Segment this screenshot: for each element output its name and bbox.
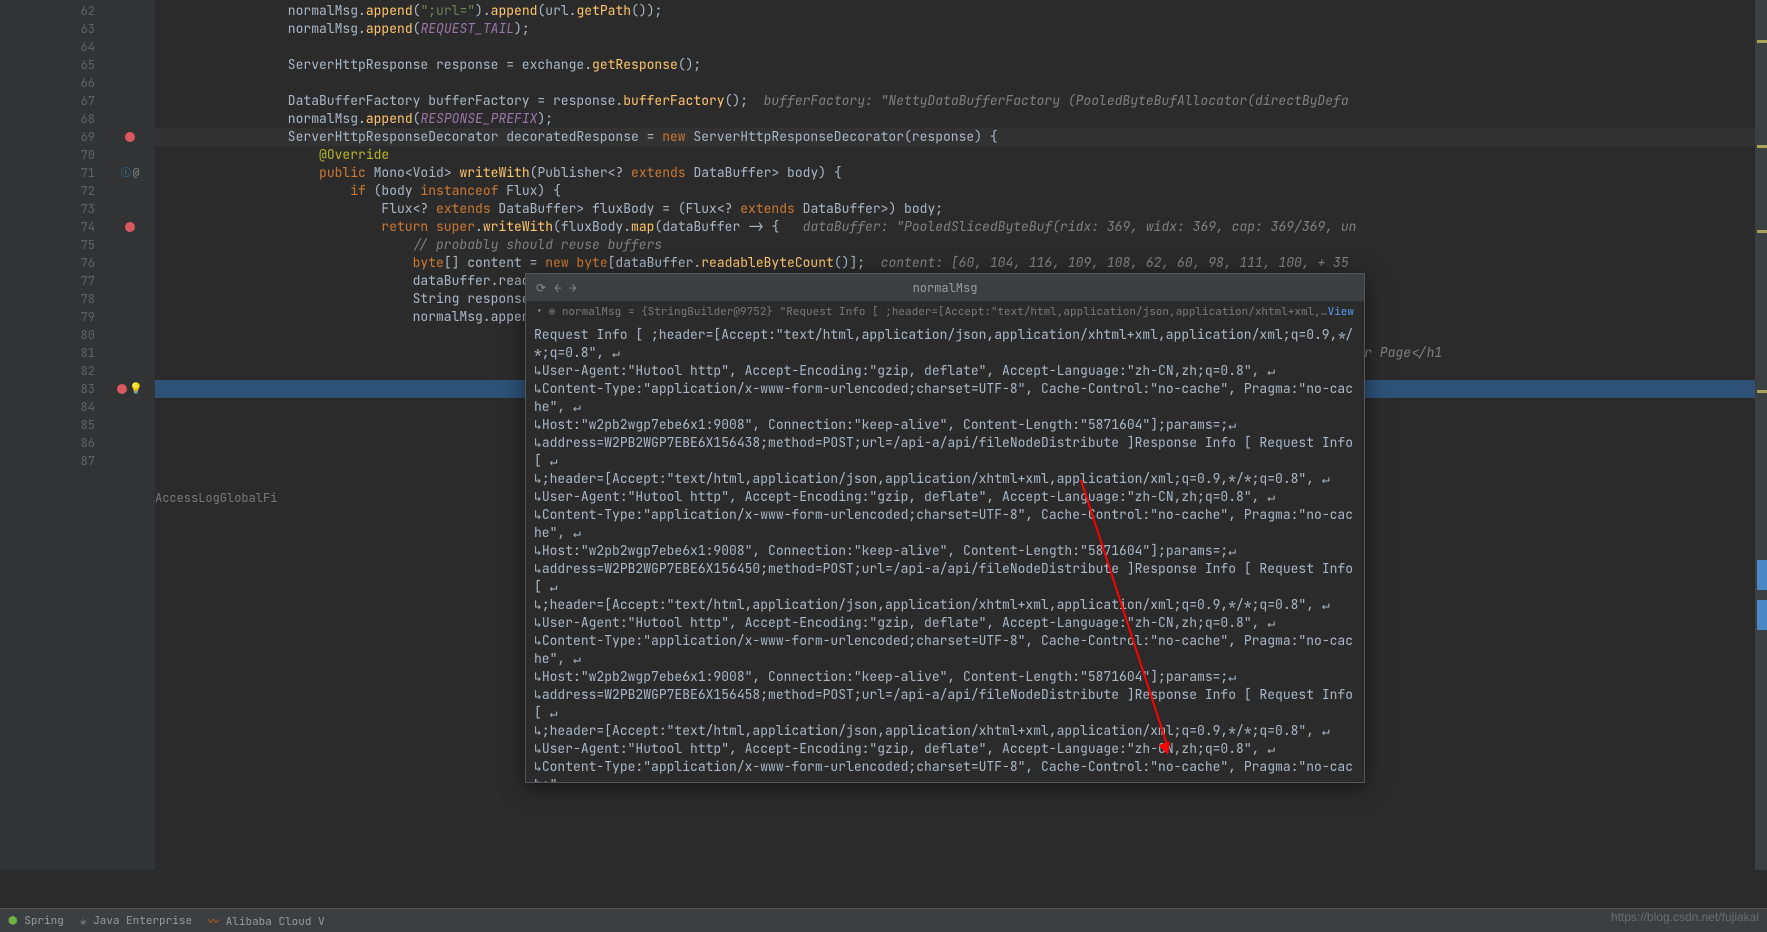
selection-mark[interactable] bbox=[1757, 560, 1767, 590]
spring-label: Spring bbox=[24, 914, 64, 928]
spring-icon: ⬢ bbox=[8, 914, 18, 928]
aliyun-icon: 〰 bbox=[208, 915, 219, 929]
warning-mark[interactable] bbox=[1757, 390, 1767, 393]
warning-mark[interactable] bbox=[1757, 40, 1767, 43]
popup-nav-icons: ⟳ ← → bbox=[536, 280, 576, 296]
expand-toggle-icon[interactable]: ▾ bbox=[536, 305, 543, 319]
popup-sub-text: ⊕ normalMsg = {StringBuilder@9752} "Requ… bbox=[549, 305, 1328, 319]
evaluate-popup[interactable]: ⟳ ← → normalMsg ▾ ⊕ normalMsg = {StringB… bbox=[525, 273, 1365, 783]
history-icon[interactable]: ⟳ bbox=[536, 280, 546, 296]
watermark: https://blog.csdn.net/fujiakai bbox=[1611, 910, 1759, 924]
popup-body[interactable]: Request Info [ ;header=[Accept:"text/htm… bbox=[526, 322, 1364, 782]
forward-icon[interactable]: → bbox=[569, 280, 576, 296]
warning-mark[interactable] bbox=[1757, 230, 1767, 233]
aliyun-label: Alibaba Cloud V bbox=[226, 915, 325, 929]
gutter-marks: ⓘ@💡 bbox=[105, 0, 155, 870]
alibaba-cloud-tool-button[interactable]: 〰 Alibaba Cloud V bbox=[208, 913, 325, 929]
right-scroll-gutter[interactable] bbox=[1755, 0, 1767, 870]
status-bar[interactable]: ⬢ Spring ☕ Java Enterprise 〰 Alibaba Clo… bbox=[0, 908, 1767, 932]
line-number-gutter: 6263646566676869707172737475767778798081… bbox=[0, 0, 105, 870]
view-link[interactable]: View bbox=[1328, 305, 1354, 319]
java-ee-label: Java Enterprise bbox=[93, 914, 192, 928]
back-icon[interactable]: ← bbox=[554, 280, 561, 296]
popup-subheader: ▾ ⊕ normalMsg = {StringBuilder@9752} "Re… bbox=[526, 302, 1364, 322]
popup-header[interactable]: ⟳ ← → normalMsg bbox=[526, 274, 1364, 302]
spring-tool-button[interactable]: ⬢ Spring bbox=[8, 914, 64, 928]
selection-mark[interactable] bbox=[1757, 600, 1767, 630]
popup-title: normalMsg bbox=[913, 280, 978, 296]
breadcrumb[interactable]: AccessLogGlobalFi bbox=[155, 490, 277, 506]
warning-mark[interactable] bbox=[1757, 145, 1767, 148]
java-ee-tool-button[interactable]: ☕ Java Enterprise bbox=[80, 914, 192, 928]
